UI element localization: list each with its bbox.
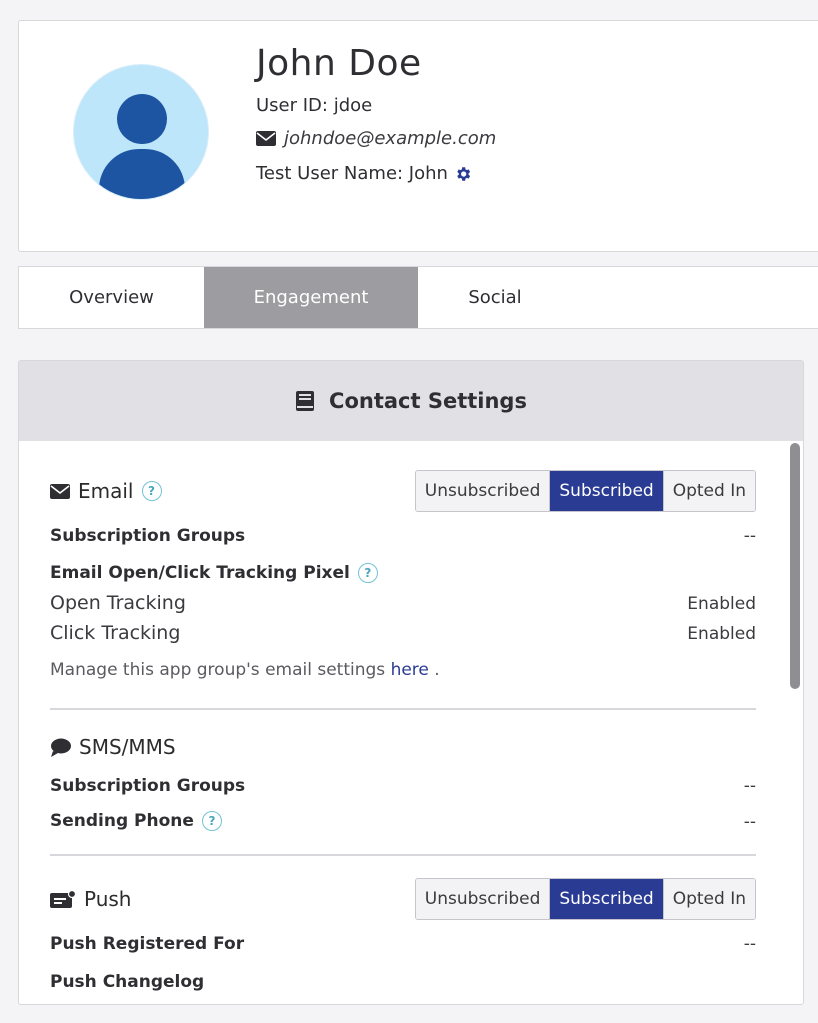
email-subscription-groups-label: Subscription Groups xyxy=(50,526,246,546)
email-tracking-pixel: Email Open/Click Tracking Pixel ? xyxy=(50,563,378,583)
panel-title: Contact Settings xyxy=(329,389,527,413)
email-opted-in-button[interactable]: Opted In xyxy=(662,471,755,511)
email-subscription-groups-value: -- xyxy=(743,526,756,546)
test-user-label: Test User Name: John xyxy=(256,163,448,184)
tab-overview[interactable]: Overview xyxy=(19,267,204,328)
sms-section-title: SMS/MMS xyxy=(50,735,176,759)
help-icon[interactable]: ? xyxy=(357,563,378,583)
profile-card: John Doe User ID: jdoe johndoe@example.c… xyxy=(18,20,818,252)
sms-subscription-groups-label: Subscription Groups xyxy=(50,776,246,796)
scrollbar-thumb[interactable] xyxy=(790,443,800,689)
avatar-head xyxy=(117,94,167,144)
click-tracking-label: Click Tracking xyxy=(50,622,181,644)
contact-settings-panel: Contact Settings Email ? Unsubscribed Su… xyxy=(18,360,804,1005)
email-subscribed-button[interactable]: Subscribed xyxy=(549,471,663,511)
sms-subscription-groups-value: -- xyxy=(743,776,756,796)
avatar-body xyxy=(99,149,185,199)
email-section-title: Email ? xyxy=(50,479,162,503)
push-section-title: Push xyxy=(50,887,131,911)
envelope-icon xyxy=(256,131,276,146)
push-registered-value: -- xyxy=(743,934,756,954)
book-icon xyxy=(296,391,315,411)
manage-note-suffix: . xyxy=(428,660,440,680)
user-email: johndoe@example.com xyxy=(256,128,496,149)
avatar xyxy=(73,64,209,200)
panel-header: Contact Settings xyxy=(19,361,803,441)
email-tracking-label: Email Open/Click Tracking Pixel xyxy=(50,563,350,583)
push-opted-in-button[interactable]: Opted In xyxy=(662,879,755,919)
tab-engagement[interactable]: Engagement xyxy=(204,267,418,328)
divider xyxy=(50,854,756,856)
push-subscription-toggle: Unsubscribed Subscribed Opted In xyxy=(414,878,756,920)
tab-bar: Overview Engagement Social xyxy=(18,266,818,329)
push-subscribed-button[interactable]: Subscribed xyxy=(549,879,663,919)
open-tracking-value: Enabled xyxy=(687,594,756,614)
user-name: John Doe xyxy=(256,43,422,84)
push-title: Push xyxy=(84,887,132,911)
divider xyxy=(50,708,756,710)
click-tracking-value: Enabled xyxy=(687,624,756,644)
email-title: Email xyxy=(78,479,134,503)
manage-settings-link[interactable]: here xyxy=(391,660,429,680)
push-notification-icon xyxy=(50,890,76,908)
sms-title: SMS/MMS xyxy=(79,735,176,759)
manage-note-text: Manage this app group's email settings xyxy=(50,660,386,680)
help-icon[interactable]: ? xyxy=(201,811,222,831)
user-id: User ID: jdoe xyxy=(256,95,373,116)
user-email-text: johndoe@example.com xyxy=(284,128,497,149)
help-icon[interactable]: ? xyxy=(141,481,162,501)
email-subscription-toggle: Unsubscribed Subscribed Opted In xyxy=(414,470,756,512)
chat-bubble-icon xyxy=(50,738,71,757)
open-tracking-label: Open Tracking xyxy=(50,592,186,614)
push-registered-label: Push Registered For xyxy=(50,934,245,954)
sending-phone: Sending Phone ? xyxy=(50,811,222,831)
test-user-name: Test User Name: John xyxy=(256,163,472,184)
envelope-icon xyxy=(50,483,70,499)
email-unsubscribed-button[interactable]: Unsubscribed xyxy=(415,471,550,511)
email-manage-note: Manage this app group's email settings h… xyxy=(50,660,440,680)
push-unsubscribed-button[interactable]: Unsubscribed xyxy=(415,879,550,919)
sending-phone-label: Sending Phone xyxy=(50,811,194,831)
gear-icon[interactable] xyxy=(454,165,472,183)
push-changelog-label: Push Changelog xyxy=(50,972,205,992)
tab-social[interactable]: Social xyxy=(418,267,572,328)
sending-phone-value: -- xyxy=(743,812,756,832)
